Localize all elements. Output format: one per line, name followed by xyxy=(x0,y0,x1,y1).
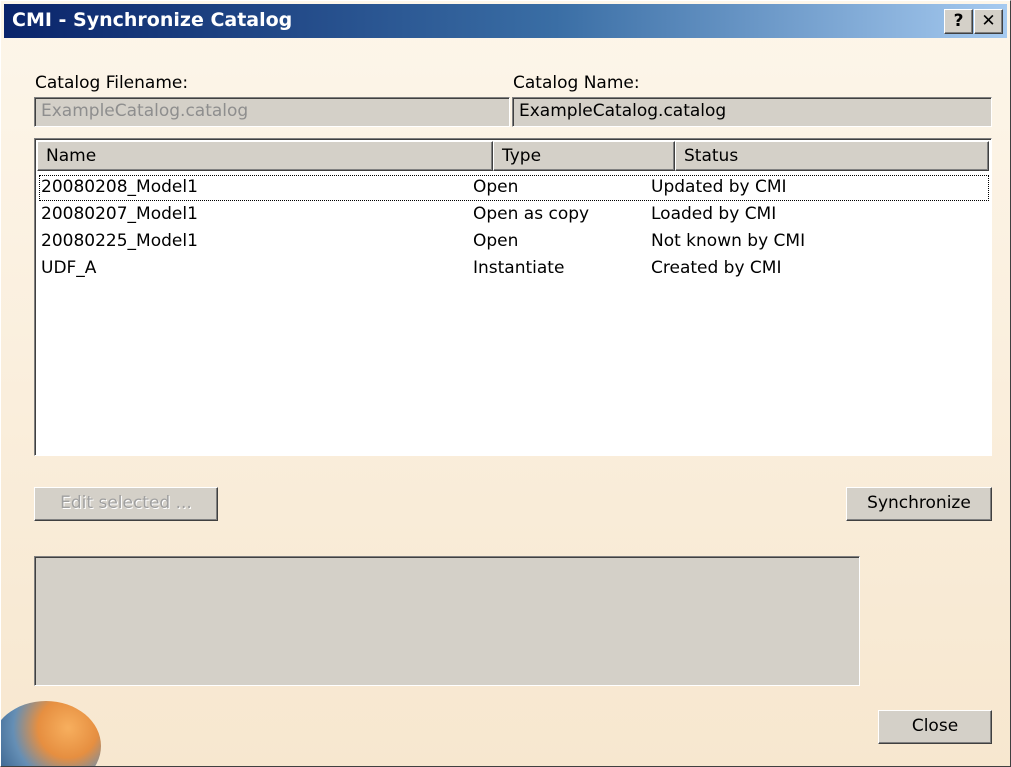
row-name: UDF_A xyxy=(41,258,97,278)
edit-selected-button: Edit selected ... xyxy=(34,487,218,521)
row-status: Updated by CMI xyxy=(651,177,787,197)
row-status: Loaded by CMI xyxy=(651,204,777,224)
catalog-name-label: Catalog Name: xyxy=(513,73,640,93)
close-button[interactable]: Close xyxy=(878,710,992,744)
table-row[interactable]: 20080207_Model1 Open as copy Loaded by C… xyxy=(39,202,989,228)
table-row[interactable]: 20080208_Model1 Open Updated by CMI xyxy=(39,175,989,201)
title-bar[interactable]: CMI - Synchronize Catalog ? ✕ xyxy=(4,4,1007,38)
catalog-filename-label: Catalog Filename: xyxy=(35,73,189,93)
help-button[interactable]: ? xyxy=(944,9,973,34)
table-row[interactable]: UDF_A Instantiate Created by CMI xyxy=(39,256,989,282)
synchronize-button[interactable]: Synchronize xyxy=(846,487,992,521)
row-type: Open as copy xyxy=(473,204,590,224)
column-header-status[interactable]: Status xyxy=(675,141,989,171)
row-name: 20080208_Model1 xyxy=(41,177,198,197)
column-header-name[interactable]: Name xyxy=(37,141,493,171)
row-type: Open xyxy=(473,177,519,197)
row-name: 20080207_Model1 xyxy=(41,204,198,224)
catalog-filename-field: ExampleCatalog.catalog xyxy=(34,97,510,127)
message-area xyxy=(34,556,860,686)
row-name: 20080225_Model1 xyxy=(41,231,198,251)
catalog-name-field[interactable]: ExampleCatalog.catalog xyxy=(512,97,992,127)
catia-globe-logo-icon xyxy=(1,701,101,766)
row-type: Instantiate xyxy=(473,258,565,278)
catalog-entries-list[interactable]: Name Type Status 20080208_Model1 Open Up… xyxy=(34,138,992,456)
column-header-type[interactable]: Type xyxy=(493,141,675,171)
close-window-button[interactable]: ✕ xyxy=(974,9,1003,34)
window-title: CMI - Synchronize Catalog xyxy=(12,9,293,31)
table-row[interactable]: 20080225_Model1 Open Not known by CMI xyxy=(39,229,989,255)
synchronize-catalog-dialog: CMI - Synchronize Catalog ? ✕ Catalog Fi… xyxy=(0,0,1011,767)
row-type: Open xyxy=(473,231,519,251)
row-status: Created by CMI xyxy=(651,258,782,278)
row-status: Not known by CMI xyxy=(651,231,806,251)
